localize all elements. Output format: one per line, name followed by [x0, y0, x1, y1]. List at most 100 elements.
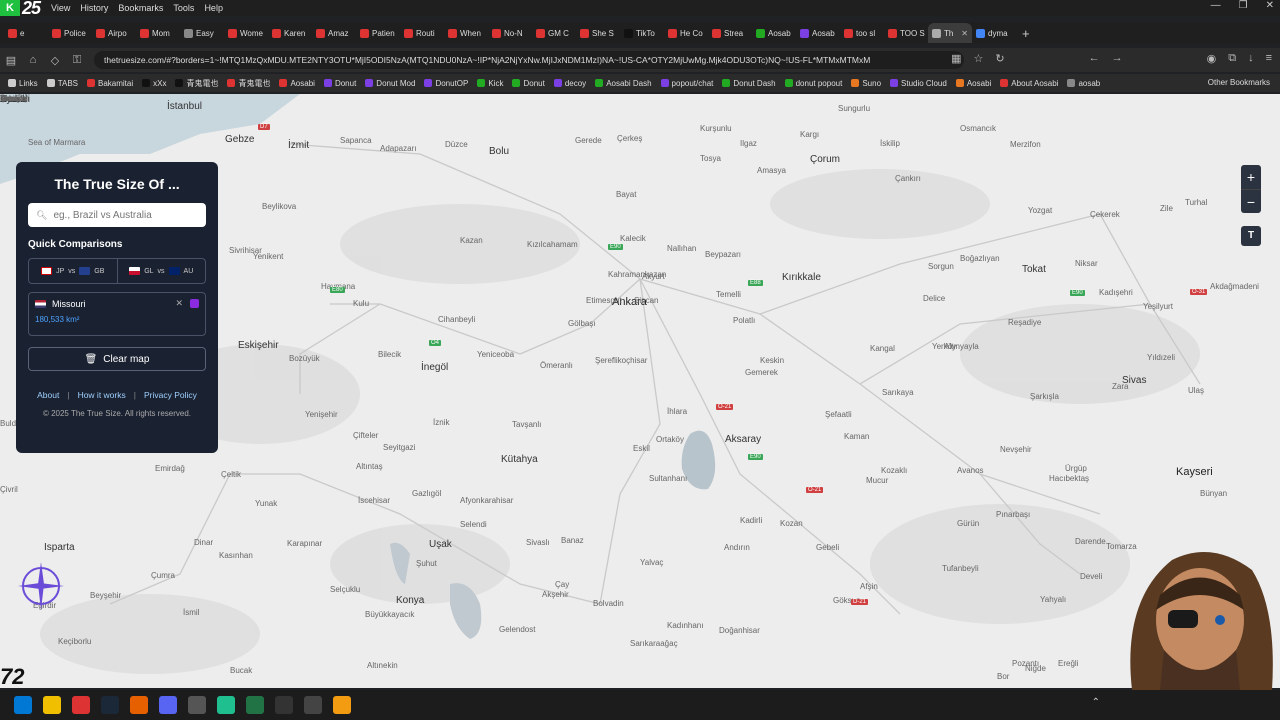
bookmark-item[interactable]: Aosabi [279, 79, 315, 88]
app-icon[interactable] [188, 696, 206, 714]
bookmark-item[interactable]: donut popout [784, 79, 842, 88]
bookmark-item[interactable]: 青鬼電也 [227, 78, 270, 89]
quick-compare-gl-au[interactable]: GL vs AU [116, 259, 206, 283]
tab-favicon-icon [800, 28, 809, 38]
browser-tab[interactable]: too sl [840, 23, 884, 43]
bookmark-item[interactable]: Links [8, 79, 38, 88]
discord-icon[interactable] [159, 696, 177, 714]
back-icon[interactable]: ← [1089, 52, 1100, 65]
browser-tab[interactable]: TOO S [884, 23, 928, 43]
browser-tab[interactable]: Easy [180, 23, 224, 43]
text-toggle-button[interactable]: T [1241, 226, 1261, 246]
browser-tab[interactable]: Aosab [752, 23, 796, 43]
clear-map-button[interactable]: 🗑︎ Clear map [28, 347, 206, 371]
browser-tab[interactable]: Routi [400, 23, 444, 43]
home-icon[interactable]: ⌂ [22, 54, 44, 66]
browser-tab[interactable]: Airpo [92, 23, 136, 43]
bookmark-item[interactable]: Aosabi Dash [595, 79, 652, 88]
browser-tab[interactable]: When [444, 23, 488, 43]
about-link[interactable]: About [37, 390, 59, 400]
browser-tab[interactable]: Karen [268, 23, 312, 43]
bookmark-item[interactable]: Donut Mod [365, 79, 415, 88]
browser-tab[interactable]: Aosab [796, 23, 840, 43]
app-icon[interactable] [304, 696, 322, 714]
file-explorer-icon[interactable] [43, 696, 61, 714]
bookmark-item[interactable]: About Aosabi [1000, 79, 1058, 88]
vlc-icon[interactable] [333, 696, 351, 714]
divider: | [133, 390, 136, 400]
reader-icon[interactable]: ▦ [951, 52, 961, 65]
windows-start-icon[interactable] [14, 696, 32, 714]
new-tab-icon[interactable]: + [1022, 26, 1030, 41]
app-icon[interactable] [275, 696, 293, 714]
app-icon[interactable] [246, 696, 264, 714]
browser-tab[interactable]: She S [576, 23, 620, 43]
extensions-icon[interactable]: ⧉ [1228, 52, 1236, 65]
selected-region-card[interactable]: Missouri 180,533 km² ✕ [28, 292, 206, 336]
app-icon[interactable] [217, 696, 235, 714]
bookmark-item[interactable]: Aosabi [955, 79, 991, 88]
bookmark-item[interactable]: TABS [46, 79, 78, 88]
steam-icon[interactable] [101, 696, 119, 714]
bookmark-item[interactable]: decoy [553, 79, 586, 88]
bookmark-item[interactable]: aosab [1067, 79, 1100, 88]
browser-tab[interactable]: Police [48, 23, 92, 43]
close-icon[interactable]: ✕ [1266, 0, 1274, 11]
browser-tab[interactable]: dyma [972, 23, 1016, 43]
bookmark-item[interactable]: Bakamitai [87, 79, 133, 88]
how-it-works-link[interactable]: How it works [78, 390, 126, 400]
browser-tab[interactable]: TikTo [620, 23, 664, 43]
firefox-icon[interactable] [130, 696, 148, 714]
browser-tab[interactable]: No-N [488, 23, 532, 43]
maximize-icon[interactable]: ❐ [1239, 0, 1248, 11]
menu-tools[interactable]: Tools [168, 3, 199, 13]
download-icon[interactable]: ↓ [1248, 52, 1254, 65]
browser-tab[interactable]: He Co [664, 23, 708, 43]
sidebar-toggle-icon[interactable]: ▤ [0, 54, 22, 67]
bookmark-item[interactable]: popout/chat [660, 79, 713, 88]
bookmark-item[interactable]: Donut [512, 79, 545, 88]
browser-tab[interactable]: Th ✕ [928, 23, 972, 43]
bookmark-item[interactable]: Kick [477, 79, 503, 88]
browser-tab[interactable]: Mom [136, 23, 180, 43]
bookmark-item[interactable]: DonutOP [424, 79, 468, 88]
quick-compare-jp-gb[interactable]: JP vs GB [29, 259, 117, 283]
remove-region-icon[interactable]: ✕ [175, 298, 183, 309]
search-box[interactable]: 🔍︎ [28, 203, 206, 227]
tray-chevron-icon[interactable]: ⌃ [1092, 697, 1100, 708]
reload-icon[interactable]: ↻ [995, 52, 1004, 65]
lock-icon[interactable]: ⚿ [66, 54, 88, 67]
menu-view[interactable]: View [46, 3, 75, 13]
menu-bookmarks[interactable]: Bookmarks [113, 3, 168, 13]
menu-help[interactable]: Help [199, 3, 228, 13]
bookmark-item[interactable]: Studio Cloud [890, 79, 947, 88]
browser-tab[interactable]: Amaz [312, 23, 356, 43]
account-icon[interactable]: ◉ [1207, 52, 1217, 65]
browser-tab[interactable]: e [4, 23, 48, 43]
bookmark-star-icon[interactable]: ☆ [974, 52, 984, 65]
browser-tab[interactable]: Patien [356, 23, 400, 43]
browser-tab[interactable]: Wome [224, 23, 268, 43]
zoom-out-button[interactable]: − [1241, 189, 1261, 213]
app-icon[interactable] [72, 696, 90, 714]
menu-icon[interactable]: ≡ [1266, 52, 1272, 65]
minimize-icon[interactable]: — [1211, 0, 1221, 11]
region-color-swatch[interactable] [190, 299, 199, 308]
other-bookmarks[interactable]: Other Bookmarks [1208, 78, 1270, 87]
bookmark-item[interactable]: Suno [851, 79, 881, 88]
zoom-in-button[interactable]: + [1241, 165, 1261, 189]
search-input[interactable] [53, 209, 194, 221]
browser-tab[interactable]: GM C [532, 23, 576, 43]
menu-history[interactable]: History [75, 3, 113, 13]
shield-icon[interactable]: ◇ [44, 54, 66, 67]
privacy-policy-link[interactable]: Privacy Policy [144, 390, 197, 400]
browser-tab[interactable]: Strea [708, 23, 752, 43]
bookmark-item[interactable]: 青鬼電也 [175, 78, 218, 89]
bookmark-item[interactable]: Donut [323, 79, 356, 88]
bookmark-item[interactable]: xXx [142, 79, 166, 88]
forward-icon[interactable]: → [1112, 52, 1123, 65]
url-field[interactable]: thetruesize.com/#?borders=1~!MTQ1MzQxMDU… [94, 51, 964, 69]
tab-close-icon[interactable]: ✕ [961, 29, 968, 38]
tab-label: TOO S [900, 28, 925, 38]
bookmark-item[interactable]: Donut Dash [722, 79, 776, 88]
